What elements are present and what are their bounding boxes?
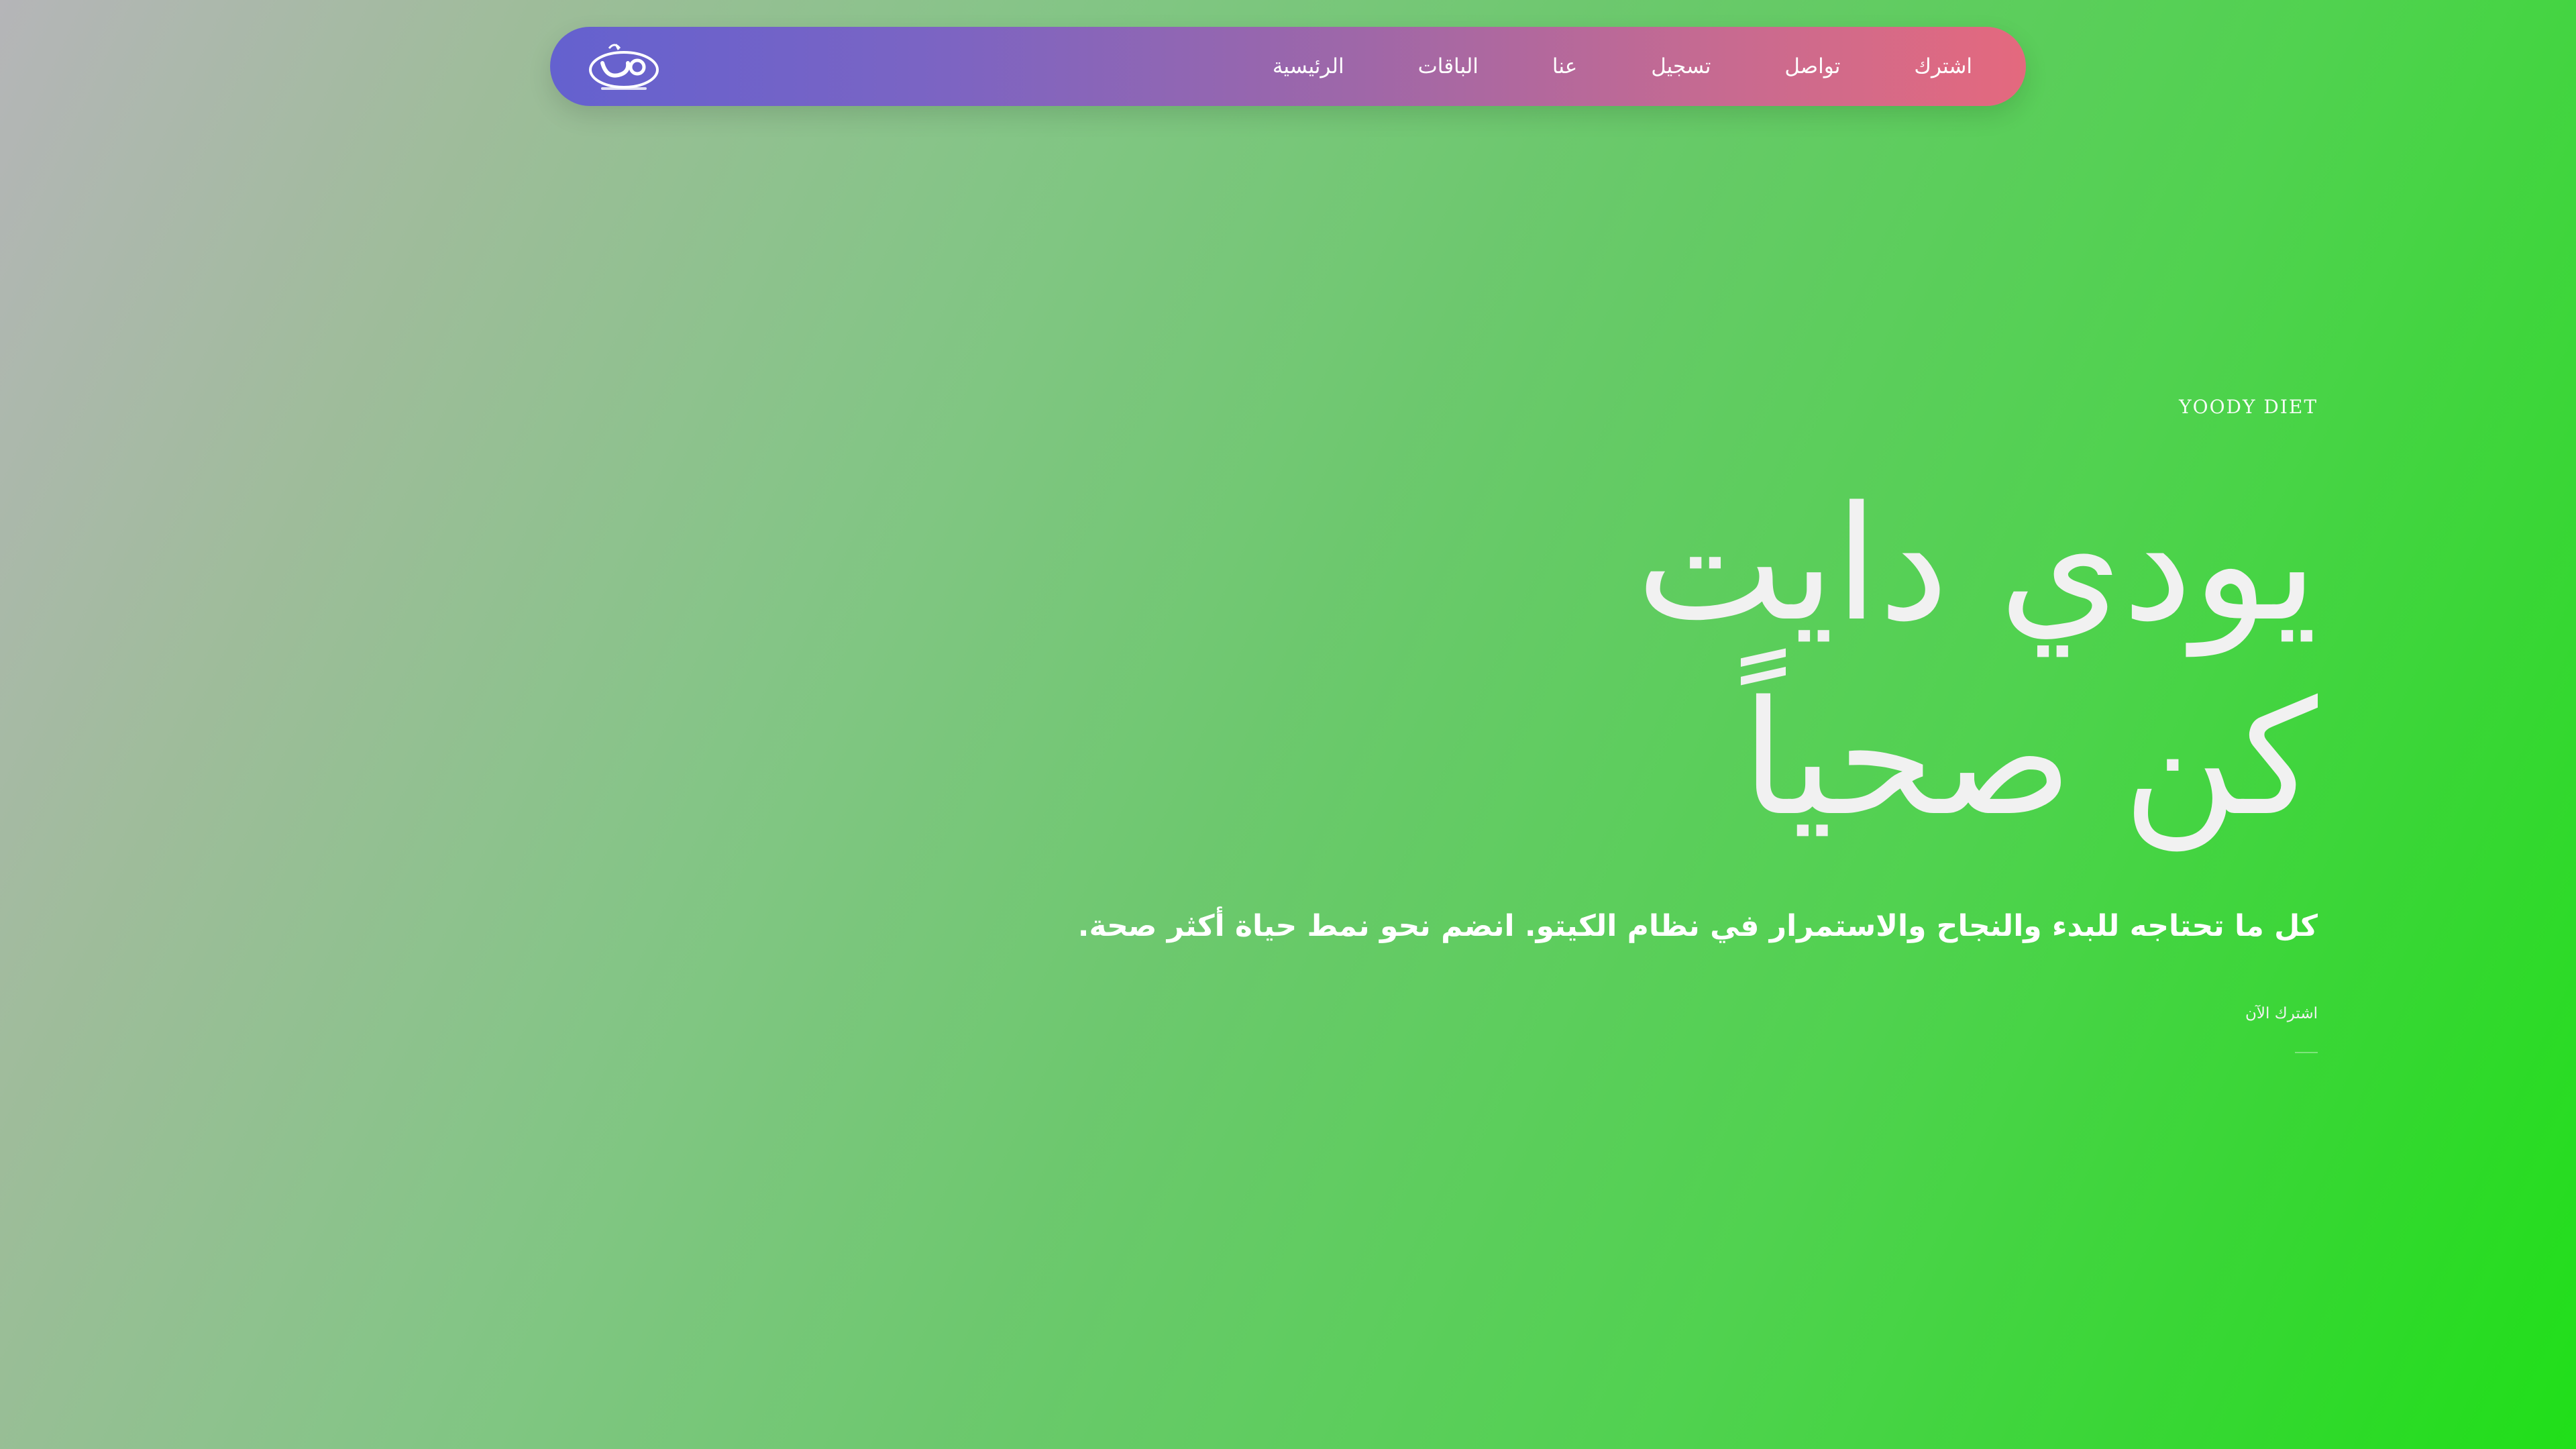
hero-eyebrow: YOODY DIET (2179, 396, 2318, 418)
nav-link-subscribe[interactable]: اشترك (1914, 54, 1972, 78)
hero-section: YOODY DIET يودي دايت كن صحياً كل ما تحتا… (842, 396, 2318, 1053)
hero-headline-line1: يودي دايت (1635, 473, 2318, 656)
nav-link-packages[interactable]: الباقات (1418, 54, 1479, 78)
nav-link-home[interactable]: الرئيسية (1273, 54, 1344, 78)
top-navbar: اشترك تواصل تسجيل عنا الباقات الرئيسية (550, 27, 2026, 106)
hero-headline: يودي دايت كن صحياً (842, 468, 2318, 857)
nav-links: اشترك تواصل تسجيل عنا الباقات الرئيسية (1273, 27, 1972, 106)
logo[interactable] (582, 39, 663, 95)
hero-headline-line2: كن صحياً (1741, 667, 2318, 851)
subscribe-now-link[interactable]: اشترك الآن (2245, 1005, 2318, 1022)
nav-link-contact[interactable]: تواصل (1784, 54, 1840, 78)
cta-underline (2295, 1052, 2318, 1053)
hero-subtitle: كل ما تحتاجه للبدء والنجاح والاستمرار في… (1077, 909, 2318, 943)
nav-link-register[interactable]: تسجيل (1651, 54, 1711, 78)
nav-link-about[interactable]: عنا (1552, 54, 1577, 78)
yoody-logo-icon (589, 44, 659, 90)
